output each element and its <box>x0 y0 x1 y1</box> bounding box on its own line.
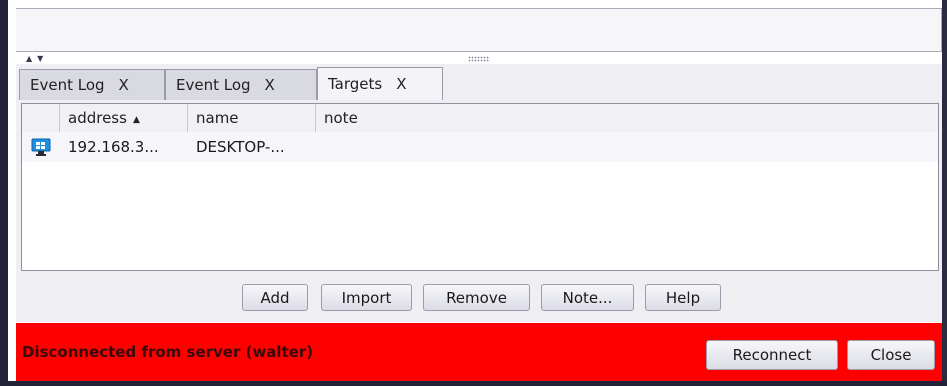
column-header-note[interactable]: note <box>316 104 938 132</box>
window-left-edge <box>0 0 8 386</box>
window-bottom-edge <box>0 381 947 386</box>
column-header-icon[interactable] <box>22 104 60 132</box>
table-cell-note <box>316 132 938 162</box>
import-button[interactable]: Import <box>321 284 412 311</box>
tab-targets[interactable]: Targets X <box>317 67 443 100</box>
console-pane[interactable] <box>16 8 942 52</box>
status-bar: Disconnected from server (walter) Reconn… <box>16 323 942 381</box>
table-cell-address: 192.168.3... <box>68 138 159 156</box>
windows-monitor-icon <box>31 138 51 156</box>
tab-label: Event Log <box>30 76 105 94</box>
column-header-address[interactable]: address ▲ <box>60 104 188 132</box>
sort-ascending-icon: ▲ <box>132 115 140 125</box>
tab-bar: Event Log X Event Log X Targets X <box>19 67 939 100</box>
tab-label: Targets <box>328 75 383 93</box>
status-message: Disconnected from server (walter) <box>22 343 314 361</box>
split-pane-divider-grip[interactable] <box>468 56 490 62</box>
tab-label: Event Log <box>176 76 251 94</box>
note-button[interactable]: Note... <box>541 284 634 311</box>
tab-close-icon[interactable]: X <box>265 76 275 94</box>
table-header: address ▲ name note <box>22 104 938 133</box>
reconnect-button[interactable]: Reconnect <box>706 340 838 370</box>
help-button[interactable]: Help <box>645 284 721 311</box>
window-right-edge <box>942 0 947 386</box>
table-cell-icon <box>22 132 60 162</box>
close-button[interactable]: Close <box>847 340 935 370</box>
tab-event-log-1[interactable]: Event Log X <box>19 69 165 100</box>
column-header-name[interactable]: name <box>188 104 316 132</box>
tab-close-icon[interactable]: X <box>119 76 129 94</box>
table-row[interactable]: 192.168.3... DESKTOP-... <box>22 132 938 162</box>
table-cell-name: DESKTOP-... <box>196 138 285 156</box>
split-pane-arrows-icon[interactable]: ▲▼ <box>26 54 56 64</box>
remove-button[interactable]: Remove <box>423 284 530 311</box>
tab-event-log-2[interactable]: Event Log X <box>165 69 317 100</box>
add-button[interactable]: Add <box>242 284 308 311</box>
tab-close-icon[interactable]: X <box>396 75 406 93</box>
targets-table[interactable]: address ▲ name note 192.168.3... DESKTOP-… <box>21 103 939 271</box>
